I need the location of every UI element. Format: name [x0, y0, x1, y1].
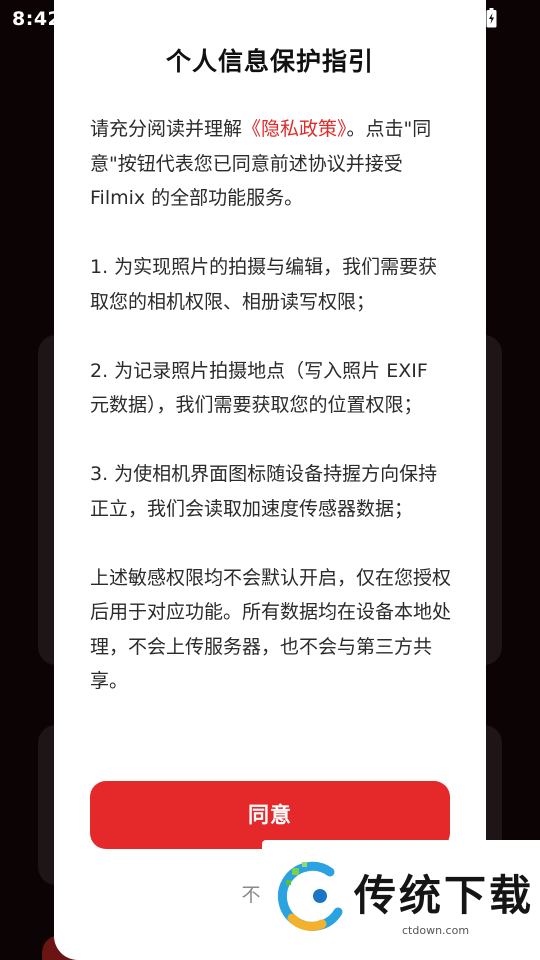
dialog-body: 请充分阅读并理解《隐私政策》。点击"同意"按钮代表您已同意前述协议并接受 Fil… — [90, 112, 452, 733]
closing-paragraph: 上述敏感权限均不会默认开启，仅在您授权后用于对应功能。所有数据均在设备本地处理，… — [90, 566, 452, 693]
intro-paragraph: 请充分阅读并理解《隐私政策》。点击"同意"按钮代表您已同意前述协议并接受 Fil… — [90, 112, 452, 216]
permission-item-location: 2. 为记录照片拍摄地点（写入照片 EXIF 元数据），我们需要获取您的位置权限… — [90, 359, 428, 417]
dialog-title: 个人信息保护指引 — [165, 47, 374, 76]
intro-prefix: 请充分阅读并理解 — [90, 118, 243, 140]
privacy-dialog: 个人信息保护指引 请充分阅读并理解《隐私政策》。点击"同意"按钮代表您已同意前述… — [54, 0, 486, 960]
agree-button[interactable]: 同意 — [90, 781, 450, 849]
battery-charging-icon — [486, 8, 497, 28]
permission-item-camera: 1. 为实现照片的拍摄与编辑，我们需要获取您的相机权限、相册读写权限； — [90, 256, 438, 313]
watermark-logo-icon — [272, 858, 352, 938]
watermark: 传统下载 ctdown.com — [262, 840, 540, 960]
privacy-policy-link[interactable]: 《隐私政策》 — [242, 118, 347, 140]
watermark-name: 传统下载 — [354, 871, 535, 920]
screen: 8:42 个人信息保护指引 请充分阅读并理解《隐私政策》。点击"同意"按钮代表您… — [0, 0, 540, 960]
permission-item-sensor: 3. 为使相机界面图标随设备持握方向保持正立，我们会读取加速度传感器数据； — [90, 463, 438, 520]
watermark-url: ctdown.com — [402, 924, 470, 937]
